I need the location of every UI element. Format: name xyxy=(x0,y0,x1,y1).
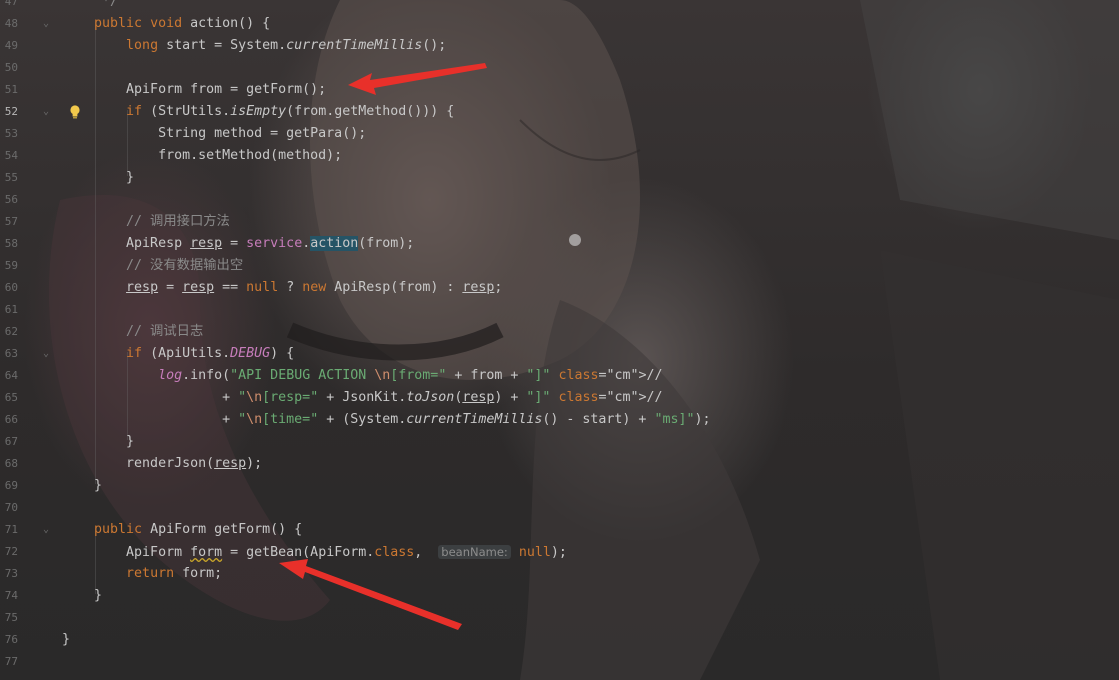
code-editor[interactable]: 47 48 ⌄ 49 50 51 52 ⌄ 53 54 55 56 57 58 59 60 61 62 63 ⌄ 64 6… xyxy=(0,0,1119,680)
annotation-arrow-top xyxy=(279,63,487,630)
